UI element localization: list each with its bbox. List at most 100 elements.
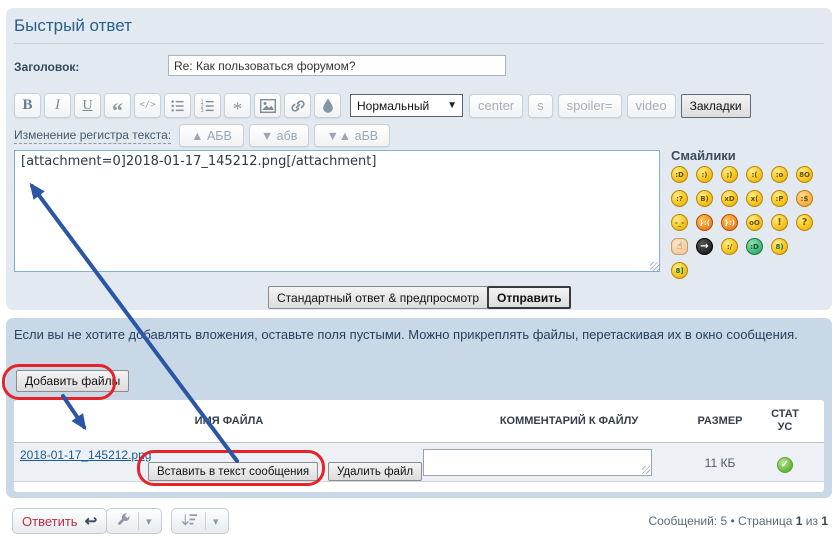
button-divider — [205, 512, 206, 530]
submit-button[interactable]: Отправить — [487, 286, 571, 309]
header-file-size: РАЗМЕР — [694, 415, 746, 427]
toolbar-icon — [170, 99, 185, 113]
toolbar-icon — [290, 98, 306, 114]
table-row: 2018-01-17_145212.png Вставить в текст с… — [14, 442, 824, 482]
smiley-question[interactable]: ? — [796, 214, 813, 231]
header-file-name: ИМЯ ФАЙЛА — [14, 415, 444, 427]
toolbar-icon: * — [233, 100, 243, 119]
bbcode-toolbar: B I U “ </> 123 * — [14, 93, 751, 118]
video-button[interactable]: video — [627, 94, 676, 118]
smiley-mrgreen[interactable]: :D — [746, 238, 763, 255]
smiley-eek[interactable]: 8O — [796, 166, 813, 183]
bold-button[interactable]: B — [14, 93, 41, 118]
text-case-label: Изменение регистра текста: — [14, 128, 171, 144]
toolbar-icon — [322, 98, 334, 113]
asterisk-list-item-button[interactable]: * — [224, 93, 251, 118]
smiley-surprised[interactable]: :o — [771, 166, 788, 183]
toolbar-icon: U — [82, 99, 92, 113]
subject-label: Заголовок: — [14, 60, 79, 74]
header-file-comment: КОММЕНТАРИЙ К ФАЙЛУ — [444, 415, 694, 427]
reply-button[interactable]: Ответить ↩ — [12, 508, 107, 534]
files-table-header: ИМЯ ФАЙЛА КОММЕНТАРИЙ К ФАЙЛУ РАЗМЕР СТА… — [14, 400, 824, 442]
underline-button[interactable]: U — [74, 93, 101, 118]
smiley-biggrin[interactable]: :D — [671, 166, 688, 183]
smiley-oops[interactable]: :$ — [796, 190, 813, 207]
smiley-lol[interactable]: xD — [721, 190, 738, 207]
smiley-exclaim[interactable]: ! — [771, 214, 788, 231]
smiley-mad[interactable]: x( — [746, 190, 763, 207]
strikethrough-button[interactable]: s — [528, 94, 553, 118]
add-files-button[interactable]: Добавить файлы — [16, 370, 129, 392]
toolbar-icon: “ — [112, 100, 123, 122]
lowercase-button[interactable]: ▼ абв — [249, 124, 310, 147]
insert-link-button[interactable] — [284, 93, 311, 118]
total-pages-number: 1 — [821, 514, 828, 528]
comment-resize-handle[interactable] — [642, 466, 650, 474]
file-size: 11 КБ — [694, 456, 746, 470]
svg-text:3: 3 — [201, 108, 204, 113]
text-case-tools: Изменение регистра текста: ▲ АБВ▼ абв▼▲ … — [14, 124, 395, 147]
smiley-evil[interactable]: }:( — [696, 214, 713, 231]
reply-arrow-icon: ↩ — [85, 512, 98, 530]
smiley-smirk[interactable]: :/ — [721, 238, 738, 255]
font-size-select[interactable]: Нормальный ▼ — [350, 94, 463, 117]
smiley-neutral[interactable]: -_- — [671, 214, 688, 231]
smiley-smile[interactable]: :) — [696, 166, 713, 183]
smiley-razz[interactable]: :P — [771, 190, 788, 207]
chevron-down-icon: ▾ — [213, 515, 219, 528]
attached-file-link[interactable]: 2018-01-17_145212.png — [20, 448, 151, 462]
textarea-resize-handle[interactable] — [650, 262, 659, 271]
font-color-button[interactable] — [314, 93, 341, 118]
attachments-panel: Если вы не хотите добавлять вложения, ос… — [6, 318, 832, 498]
spoiler-button[interactable]: spoiler= — [558, 94, 622, 118]
uppercase-button[interactable]: ▲ АБВ — [179, 124, 244, 147]
insert-image-button[interactable] — [254, 93, 281, 118]
sort-posts-button[interactable]: ▾ — [171, 508, 229, 534]
smiley-rolleyes[interactable]: oO — [746, 214, 763, 231]
quote-button[interactable]: “ — [104, 93, 131, 118]
message-textarea[interactable]: [attachment=0]2018-01-17_145212.png[/att… — [14, 150, 660, 272]
topic-pagination-stats: Сообщений: 5 • Страница 1 из 1 — [648, 514, 828, 528]
wrench-icon — [116, 512, 131, 530]
subject-input[interactable] — [168, 55, 506, 76]
button-divider — [138, 512, 139, 530]
toolbar-icon: </> — [139, 101, 155, 110]
code-button[interactable]: </> — [134, 93, 161, 118]
file-comment-input[interactable] — [423, 449, 652, 476]
smiley-twisted[interactable]: }:) — [721, 214, 738, 231]
topic-tools-button[interactable]: ▾ — [106, 508, 162, 534]
sort-icon — [181, 513, 198, 530]
header-file-status: СТАТУС — [768, 408, 802, 434]
smiley-arrow[interactable]: → — [696, 238, 713, 255]
italic-button[interactable]: I — [44, 93, 71, 118]
center-button[interactable]: center — [469, 94, 523, 118]
insert-into-message-button[interactable]: Вставить в текст сообщения — [148, 462, 318, 481]
font-size-value: Нормальный — [357, 99, 429, 113]
page-title: Быстрый ответ — [14, 16, 132, 36]
smilies-title: Смайлики — [671, 148, 736, 163]
preview-button[interactable]: Стандартный ответ & предпросмотр — [268, 286, 488, 309]
bullet-list-button[interactable] — [164, 93, 191, 118]
chevron-down-icon: ▾ — [146, 515, 152, 528]
smiley-thumbsup[interactable]: ☝ — [671, 238, 688, 255]
smiley-sad[interactable]: :( — [746, 166, 763, 183]
bookmarks-button[interactable]: Закладки — [681, 94, 751, 118]
smiley-ugeek[interactable]: 8] — [671, 262, 688, 279]
smiley-confused[interactable]: :? — [671, 190, 688, 207]
current-page-number: 1 — [796, 514, 803, 528]
ordered-list-button[interactable]: 123 — [194, 93, 221, 118]
delete-file-button[interactable]: Удалить файл — [328, 462, 422, 481]
toolbar-icon: I — [55, 98, 60, 113]
quick-reply-panel: Быстрый ответ Заголовок: B I U “ </> — [6, 8, 832, 310]
smiley-wink[interactable]: ;) — [721, 166, 738, 183]
smiley-geek[interactable]: 8) — [771, 238, 788, 255]
toolbar-icon — [260, 99, 276, 113]
toolbar-icon: 123 — [200, 99, 215, 113]
status-ok-icon: ✓ — [777, 457, 793, 473]
select-arrow-icon: ▼ — [447, 100, 457, 111]
smilies-grid: :D:);) :( :o 8O:? B) xD x( :P :$ -_- }:(}:) oO!? ☝ →:… — [671, 166, 826, 286]
attachments-info-text: Если вы не хотите добавлять вложения, ос… — [14, 325, 802, 345]
forum-quick-reply-page: Быстрый ответ Заголовок: B I U “ </> — [0, 0, 838, 538]
smiley-cool[interactable]: B) — [696, 190, 713, 207]
togglecase-button[interactable]: ▼▲ аБВ — [314, 124, 390, 147]
